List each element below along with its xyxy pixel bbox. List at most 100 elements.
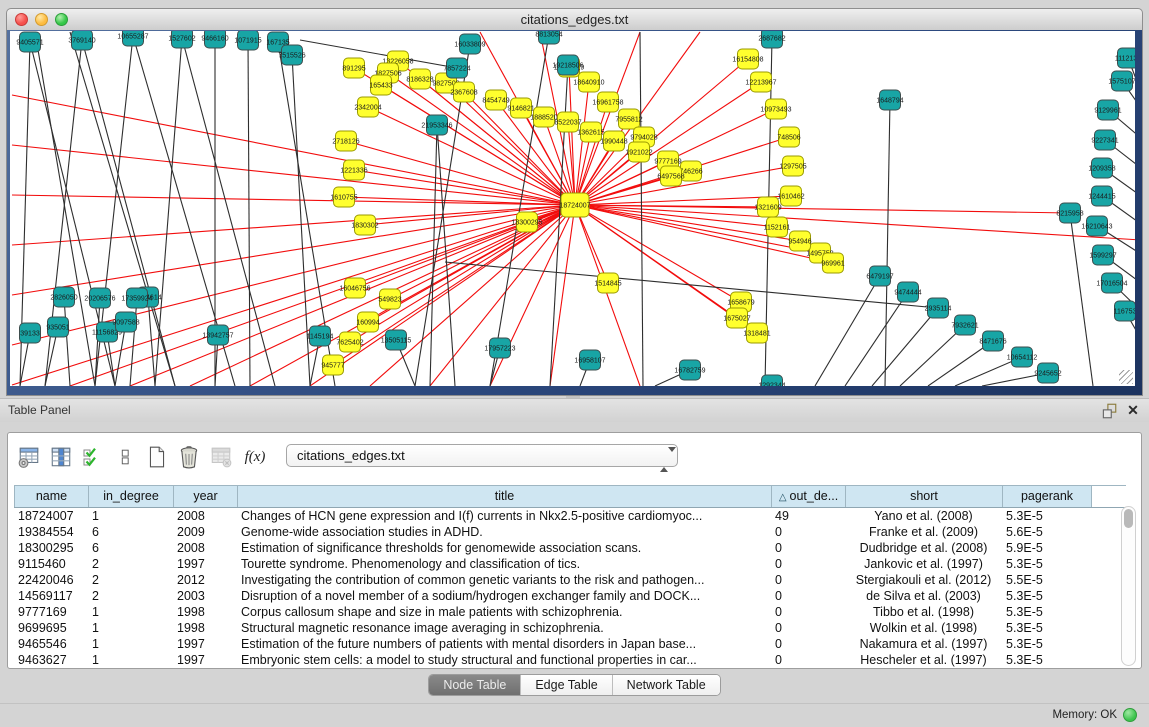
tab-network-table[interactable]: Network Table (612, 675, 720, 695)
table-cell[interactable]: 0 (771, 620, 845, 636)
table-cell[interactable]: 0 (771, 524, 845, 540)
table-row[interactable]: 1872400712008Changes of HCN gene express… (14, 508, 1126, 524)
table-cell[interactable]: 5.3E-5 (1002, 556, 1092, 572)
table-cell[interactable]: 1 (88, 620, 173, 636)
table-settings-button[interactable] (16, 444, 42, 470)
table-cell[interactable]: 2008 (173, 508, 237, 524)
table-cell[interactable]: 18724007 (14, 508, 88, 524)
function-builder-button[interactable]: f(x) (240, 444, 270, 470)
table-cell[interactable]: 2008 (173, 540, 237, 556)
table-cell[interactable]: 2003 (173, 588, 237, 604)
column-header-name[interactable]: name (14, 486, 88, 507)
table-row[interactable]: 946362711997Embryonic stem cells: a mode… (14, 652, 1126, 668)
table-cell[interactable]: 0 (771, 588, 845, 604)
table-row[interactable]: 977716911998Corpus callosum shape and si… (14, 604, 1126, 620)
table-cell[interactable]: Estimation of significance thresholds fo… (237, 540, 771, 556)
table-cell[interactable]: Estimation of the future numbers of pati… (237, 636, 771, 652)
table-cell[interactable]: 2012 (173, 572, 237, 588)
column-header-in_degree[interactable]: in_degree (88, 486, 173, 507)
new-table-button[interactable] (144, 444, 170, 470)
network-canvas[interactable]: 1872400713226058182750681863289827508236… (10, 31, 1135, 386)
table-cell[interactable]: 2 (88, 556, 173, 572)
table-cell[interactable]: 19384554 (14, 524, 88, 540)
table-cell[interactable]: 9115460 (14, 556, 88, 572)
table-cell[interactable]: Hescheler et al. (1997) (845, 652, 1002, 668)
table-cell[interactable]: Jankovic et al. (1997) (845, 556, 1002, 572)
select-rows-button[interactable] (80, 444, 106, 470)
table-cell[interactable]: 6 (88, 524, 173, 540)
table-cell[interactable]: 2 (88, 572, 173, 588)
column-header-short[interactable]: short (845, 486, 1002, 507)
table-cell[interactable]: de Silva et al. (2003) (845, 588, 1002, 604)
table-cell[interactable]: 1 (88, 508, 173, 524)
table-cell[interactable]: 1998 (173, 620, 237, 636)
table-vertical-scrollbar[interactable] (1121, 506, 1136, 666)
table-cell[interactable]: Stergiakouli et al. (2012) (845, 572, 1002, 588)
column-header-pagerank[interactable]: pagerank (1002, 486, 1092, 507)
table-cell[interactable]: Yano et al. (2008) (845, 508, 1002, 524)
table-cell[interactable]: 0 (771, 652, 845, 668)
network-view[interactable]: 1872400713226058182750681863289827508236… (10, 31, 1135, 386)
table-cell[interactable]: Tibbo et al. (1998) (845, 604, 1002, 620)
table-cell[interactable]: 0 (771, 636, 845, 652)
table-cell[interactable]: 22420046 (14, 572, 88, 588)
tab-edge-table[interactable]: Edge Table (520, 675, 611, 695)
column-header-out_de[interactable]: △out_de... (771, 486, 845, 507)
table-cell[interactable]: Changes of HCN gene expression and I(f) … (237, 508, 771, 524)
table-cell[interactable]: Structural magnetic resonance image aver… (237, 620, 771, 636)
table-cell[interactable]: 1 (88, 636, 173, 652)
table-cell[interactable]: 9777169 (14, 604, 88, 620)
table-cell[interactable]: 5.3E-5 (1002, 604, 1092, 620)
table-cell[interactable]: 0 (771, 604, 845, 620)
table-cell[interactable]: 5.6E-5 (1002, 524, 1092, 540)
table-cell[interactable]: 14569117 (14, 588, 88, 604)
table-cell[interactable]: Wolkin et al. (1998) (845, 620, 1002, 636)
table-cell[interactable]: Investigating the contribution of common… (237, 572, 771, 588)
column-header-year[interactable]: year (173, 486, 237, 507)
table-cell[interactable]: Tourette syndrome. Phenomenology and cla… (237, 556, 771, 572)
table-row[interactable]: 1938455462009Genome-wide association stu… (14, 524, 1126, 540)
table-cell[interactable]: 5.9E-5 (1002, 540, 1092, 556)
float-panel-icon[interactable] (1100, 402, 1118, 420)
table-cell[interactable]: Corpus callosum shape and size in male p… (237, 604, 771, 620)
scrollbar-thumb[interactable] (1124, 509, 1133, 528)
table-cell[interactable]: 1997 (173, 652, 237, 668)
show-column-button[interactable] (48, 444, 74, 470)
table-row[interactable]: 1830029562008Estimation of significance … (14, 540, 1126, 556)
table-row[interactable]: 946554611997Estimation of the future num… (14, 636, 1126, 652)
table-cell[interactable]: Disruption of a novel member of a sodium… (237, 588, 771, 604)
table-row[interactable]: 2242004622012Investigating the contribut… (14, 572, 1126, 588)
table-cell[interactable]: 49 (771, 508, 845, 524)
table-cell[interactable]: 5.3E-5 (1002, 636, 1092, 652)
table-row[interactable]: 969969511998Structural magnetic resonanc… (14, 620, 1126, 636)
table-cell[interactable]: 1 (88, 652, 173, 668)
merge-rows-button[interactable] (112, 444, 138, 470)
table-select-dropdown[interactable]: citations_edges.txt (286, 444, 678, 467)
table-cell[interactable]: 1998 (173, 604, 237, 620)
close-panel-icon[interactable]: ✕ (1124, 401, 1142, 419)
table-cell[interactable]: 5.3E-5 (1002, 652, 1092, 668)
table-cell[interactable]: Embryonic stem cells: a model to study s… (237, 652, 771, 668)
table-cell[interactable]: 9699695 (14, 620, 88, 636)
table-cell[interactable]: Nakamura et al. (1997) (845, 636, 1002, 652)
network-nodes[interactable]: 1872400713226058182750681863289827508236… (16, 31, 1135, 386)
table-cell[interactable]: 5.3E-5 (1002, 508, 1092, 524)
table-cell[interactable]: 6 (88, 540, 173, 556)
tab-node-table[interactable]: Node Table (429, 675, 520, 695)
table-cell[interactable]: 5.5E-5 (1002, 572, 1092, 588)
table-cell[interactable]: 2009 (173, 524, 237, 540)
table-cell[interactable]: 1997 (173, 636, 237, 652)
table-cell[interactable]: 0 (771, 540, 845, 556)
delete-table-button-disabled[interactable] (208, 444, 234, 470)
table-cell[interactable]: 0 (771, 572, 845, 588)
column-header-title[interactable]: title (237, 486, 771, 507)
table-cell[interactable]: 0 (771, 556, 845, 572)
table-cell[interactable]: 9465546 (14, 636, 88, 652)
table-cell[interactable]: 1 (88, 604, 173, 620)
table-cell[interactable]: Franke et al. (2009) (845, 524, 1002, 540)
table-row[interactable]: 911546021997Tourette syndrome. Phenomeno… (14, 556, 1126, 572)
table-cell[interactable]: 1997 (173, 556, 237, 572)
delete-trash-button[interactable] (176, 444, 202, 470)
table-cell[interactable]: 9463627 (14, 652, 88, 668)
window-resize-grip[interactable] (1119, 370, 1133, 384)
